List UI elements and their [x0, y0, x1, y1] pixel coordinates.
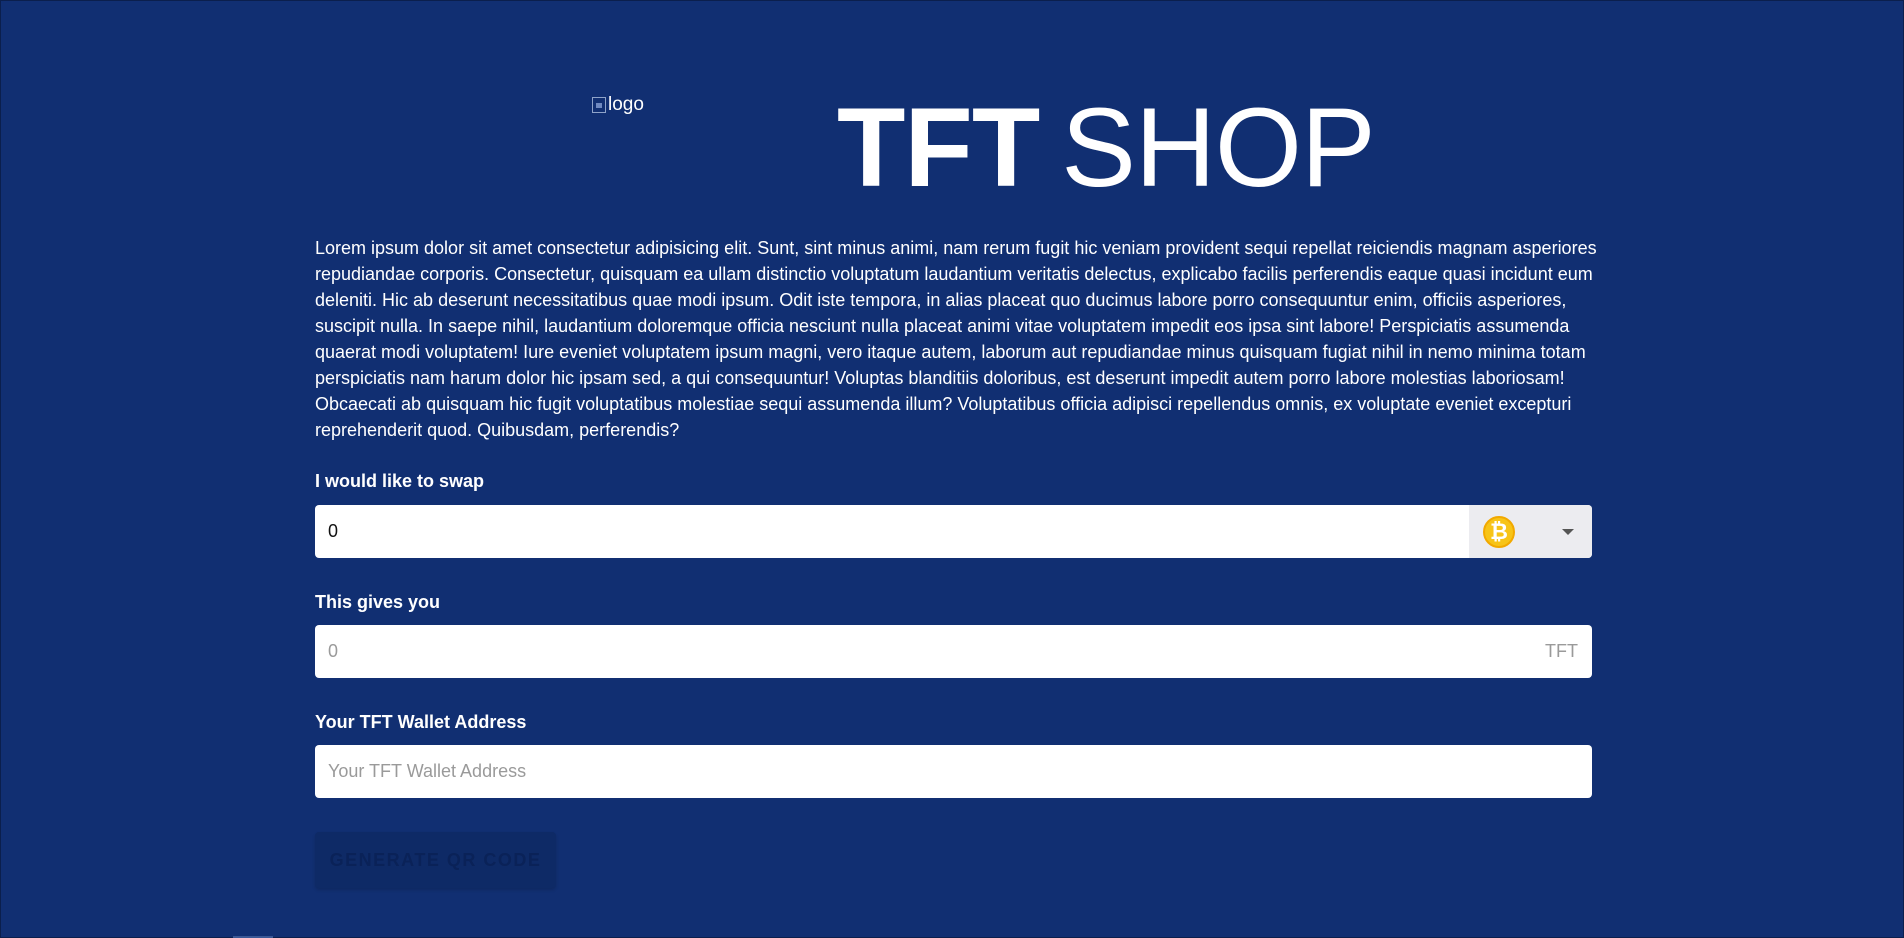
page-title: TFT SHOP [837, 83, 1376, 213]
page-header: logo TFT SHOP [1, 1, 1904, 221]
broken-image-icon [592, 97, 606, 113]
wallet-address-input[interactable] [315, 745, 1592, 798]
wallet-label: Your TFT Wallet Address [315, 712, 527, 732]
page-title-light: SHOP [1061, 85, 1375, 210]
logo: logo [592, 94, 644, 116]
swap-input-group: ₿ [315, 505, 1592, 558]
tft-amount-output [315, 625, 1545, 678]
generate-qr-button[interactable]: Generate QR Code [315, 832, 556, 888]
currency-select[interactable]: ₿ [1469, 505, 1592, 558]
gives-label: This gives you [315, 592, 441, 612]
gives-input-group: TFT [315, 625, 1592, 678]
logo-alt-text: logo [608, 94, 644, 115]
page-title-bold: TFT [837, 85, 1040, 210]
wallet-input-group [315, 745, 1592, 798]
bitcoin-icon: ₿ [1483, 515, 1515, 548]
swap-label: I would like to swap [315, 471, 485, 491]
tft-suffix: TFT [1545, 641, 1578, 661]
chevron-down-icon [1562, 528, 1574, 535]
intro-paragraph: Lorem ipsum dolor sit amet consectetur a… [315, 238, 1597, 440]
swap-amount-input[interactable] [315, 505, 1469, 558]
